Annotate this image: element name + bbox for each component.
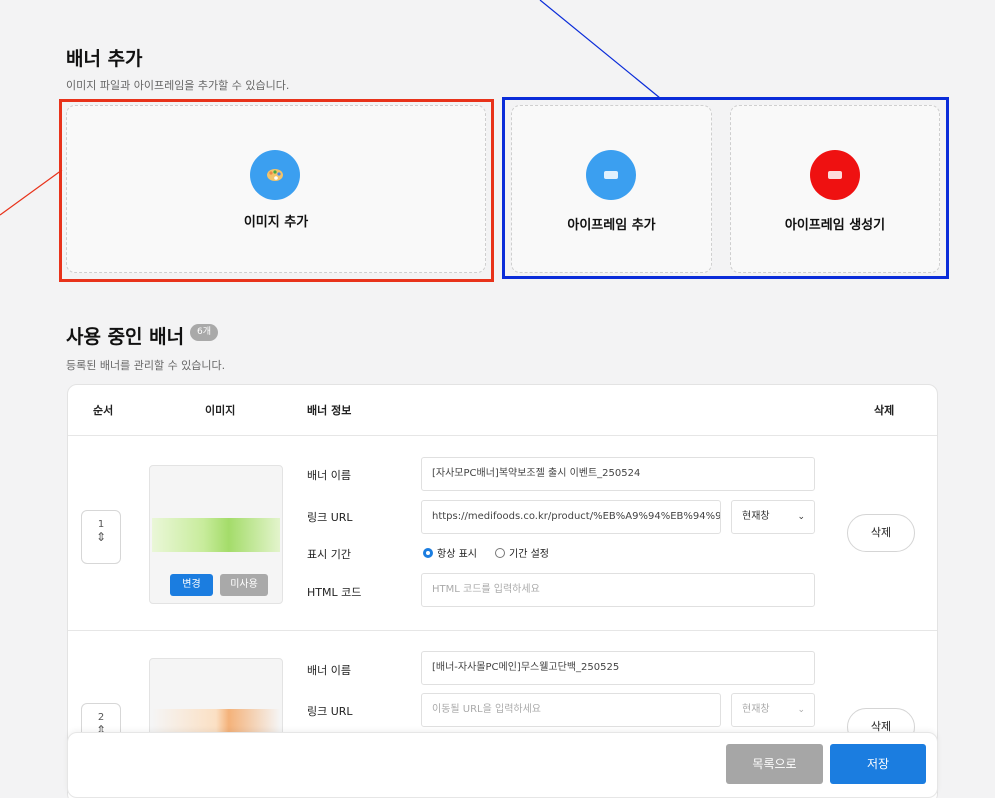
label-banner-name: 배너 이름 xyxy=(307,469,351,482)
link-url-input[interactable]: https://medifoods.co.kr/product/%EB%A9%9… xyxy=(421,500,721,534)
active-banners-title: 사용 중인 배너 xyxy=(66,326,185,348)
delete-button[interactable]: 삭제 xyxy=(847,514,915,552)
order-number: 1 xyxy=(97,519,105,530)
header-order: 순서 xyxy=(93,404,114,417)
unused-button[interactable]: 미사용 xyxy=(220,574,268,596)
label-link-url: 링크 URL xyxy=(307,511,353,524)
header-delete: 삭제 xyxy=(874,404,895,417)
iframe-highlight-frame xyxy=(502,97,949,279)
banner-name-input[interactable]: [자사모PC배너]복약보조젤 출시 이벤트_250524 xyxy=(421,457,815,491)
banner-thumbnail: 변경 미사용 xyxy=(149,465,283,604)
html-code-input[interactable]: HTML 코드를 입력하세요 xyxy=(421,573,815,607)
change-image-button[interactable]: 변경 xyxy=(170,574,213,596)
banner-image xyxy=(152,518,280,552)
radio-always[interactable]: 항상 표시 xyxy=(423,545,477,560)
target-select-value: 현재창 xyxy=(742,511,770,522)
label-link-url: 링크 URL xyxy=(307,705,353,718)
header-info: 배너 정보 xyxy=(307,404,352,417)
header-image: 이미지 xyxy=(205,404,236,417)
row-divider xyxy=(68,630,937,631)
active-banners-subtitle: 등록된 배너를 관리할 수 있습니다. xyxy=(66,359,226,372)
link-url-input[interactable]: 이동될 URL을 입력하세요 xyxy=(421,693,721,727)
radio-custom-label: 기간 설정 xyxy=(509,549,549,560)
radio-always-label: 항상 표시 xyxy=(437,549,477,560)
target-select[interactable]: 현재창 ⌄ xyxy=(731,693,815,727)
chevron-down-icon: ⌄ xyxy=(797,512,805,522)
label-html-code: HTML 코드 xyxy=(307,586,362,599)
order-handle[interactable]: 1 ⇕ xyxy=(81,510,121,564)
order-number: 2 xyxy=(97,712,105,723)
chevron-down-icon: ⌄ xyxy=(797,705,805,715)
banner-name-input[interactable]: [배너-자사몰PC메인]무스웰고단백_250525 xyxy=(421,651,815,685)
radio-unchecked-icon xyxy=(495,548,505,558)
action-footer: 목록으로 저장 xyxy=(67,732,938,798)
back-to-list-button[interactable]: 목록으로 xyxy=(726,744,823,784)
drag-arrows-icon: ⇕ xyxy=(95,530,107,544)
header-divider xyxy=(68,435,937,436)
image-highlight-frame xyxy=(59,99,494,282)
target-select-value: 현재창 xyxy=(742,704,770,715)
add-banner-subtitle: 이미지 파일과 아이프레임을 추가할 수 있습니다. xyxy=(66,79,290,92)
add-banner-title: 배너 추가 xyxy=(66,48,143,70)
label-display-period: 표시 기간 xyxy=(307,548,351,561)
label-banner-name: 배너 이름 xyxy=(307,664,351,677)
radio-custom[interactable]: 기간 설정 xyxy=(495,545,549,560)
target-select[interactable]: 현재창 ⌄ xyxy=(731,500,815,534)
radio-checked-icon xyxy=(423,548,433,558)
banner-count-badge: 6개 xyxy=(190,324,219,341)
save-button[interactable]: 저장 xyxy=(830,744,926,784)
